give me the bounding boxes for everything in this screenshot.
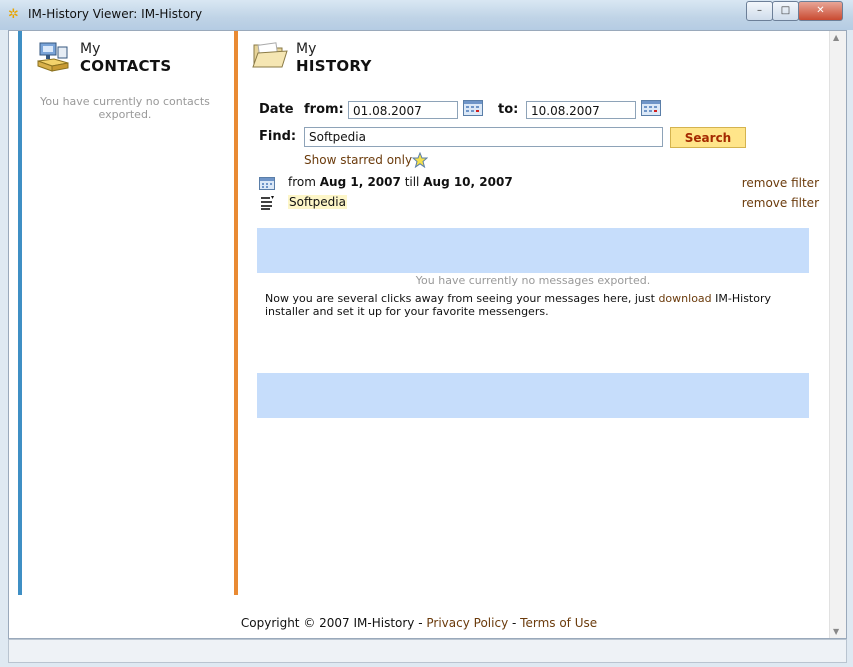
contacts-heading: CONTACTS bbox=[80, 57, 172, 75]
date-filter-middle: till bbox=[404, 175, 420, 189]
date-filter-start: Aug 1, 2007 bbox=[319, 175, 401, 189]
find-input[interactable]: Softpedia bbox=[304, 127, 663, 147]
minimize-button[interactable]: – bbox=[746, 1, 773, 21]
contacts-empty-text: You have currently no contacts exported. bbox=[40, 95, 210, 121]
scroll-up-icon[interactable]: ▲ bbox=[833, 33, 839, 42]
text-filter-value: Softpedia bbox=[288, 195, 347, 209]
privacy-policy-link[interactable]: Privacy Policy bbox=[426, 616, 508, 630]
window-controls: – □ ✕ bbox=[746, 1, 843, 21]
date-filter-text: from Aug 1, 2007 till Aug 10, 2007 bbox=[288, 175, 513, 189]
maximize-button[interactable]: □ bbox=[772, 1, 799, 21]
status-bar bbox=[8, 639, 847, 663]
folder-icon bbox=[252, 42, 288, 68]
copyright-text: Copyright © 2007 IM-History - bbox=[240, 616, 423, 630]
text-filter-row: Softpedia remove filter bbox=[259, 195, 819, 213]
app-content: My CONTACTS You have currently no contac… bbox=[8, 30, 847, 639]
from-date-input[interactable]: 01.08.2007 bbox=[348, 101, 458, 119]
remove-date-filter-link[interactable]: remove filter bbox=[742, 176, 819, 190]
from-label: from: bbox=[304, 102, 344, 117]
history-heading: HISTORY bbox=[296, 57, 372, 75]
calendar-icon[interactable] bbox=[641, 100, 661, 116]
to-label: to: bbox=[498, 102, 519, 117]
hint-text-before: Now you are several clicks away from see… bbox=[265, 292, 655, 305]
download-hint: Now you are several clicks away from see… bbox=[265, 292, 815, 318]
date-label: Date bbox=[259, 102, 294, 117]
window-title: IM-History Viewer: IM-History bbox=[28, 7, 203, 21]
message-footer-band bbox=[257, 373, 809, 418]
sparkle-icon: ✲ bbox=[8, 7, 19, 22]
search-button[interactable]: Search bbox=[670, 127, 746, 148]
calendar-icon bbox=[259, 177, 275, 190]
terms-of-use-link[interactable]: Terms of Use bbox=[520, 616, 597, 630]
text-filter-icon bbox=[261, 196, 274, 210]
show-starred-link[interactable]: Show starred only bbox=[304, 153, 412, 167]
to-date-input[interactable]: 10.08.2007 bbox=[526, 101, 636, 119]
download-link[interactable]: download bbox=[658, 292, 711, 305]
close-button[interactable]: ✕ bbox=[798, 1, 843, 21]
find-label: Find: bbox=[259, 129, 297, 144]
footer: Copyright © 2007 IM-History - Privacy Po… bbox=[9, 616, 829, 630]
history-heading-small: My bbox=[296, 41, 317, 57]
scroll-down-icon[interactable]: ▼ bbox=[833, 627, 839, 636]
star-icon[interactable] bbox=[412, 152, 428, 168]
message-header-band bbox=[257, 228, 809, 273]
history-accent-bar bbox=[234, 31, 238, 595]
date-filter-end: Aug 10, 2007 bbox=[423, 175, 513, 189]
date-filter-prefix: from bbox=[288, 175, 316, 189]
no-messages-text: You have currently no messages exported. bbox=[415, 274, 651, 287]
contacts-heading-small: My bbox=[80, 41, 101, 57]
remove-text-filter-link[interactable]: remove filter bbox=[742, 196, 819, 210]
contacts-icon bbox=[37, 42, 69, 72]
date-filter-row: from Aug 1, 2007 till Aug 10, 2007 remov… bbox=[259, 175, 819, 193]
footer-separator: - bbox=[512, 616, 517, 630]
contacts-panel: My CONTACTS You have currently no contac… bbox=[22, 31, 234, 595]
title-bar[interactable]: ✲ IM-History Viewer: IM-History – □ ✕ bbox=[0, 0, 853, 30]
vertical-scrollbar[interactable]: ▲ ▼ bbox=[829, 31, 846, 638]
calendar-icon[interactable] bbox=[463, 100, 483, 116]
